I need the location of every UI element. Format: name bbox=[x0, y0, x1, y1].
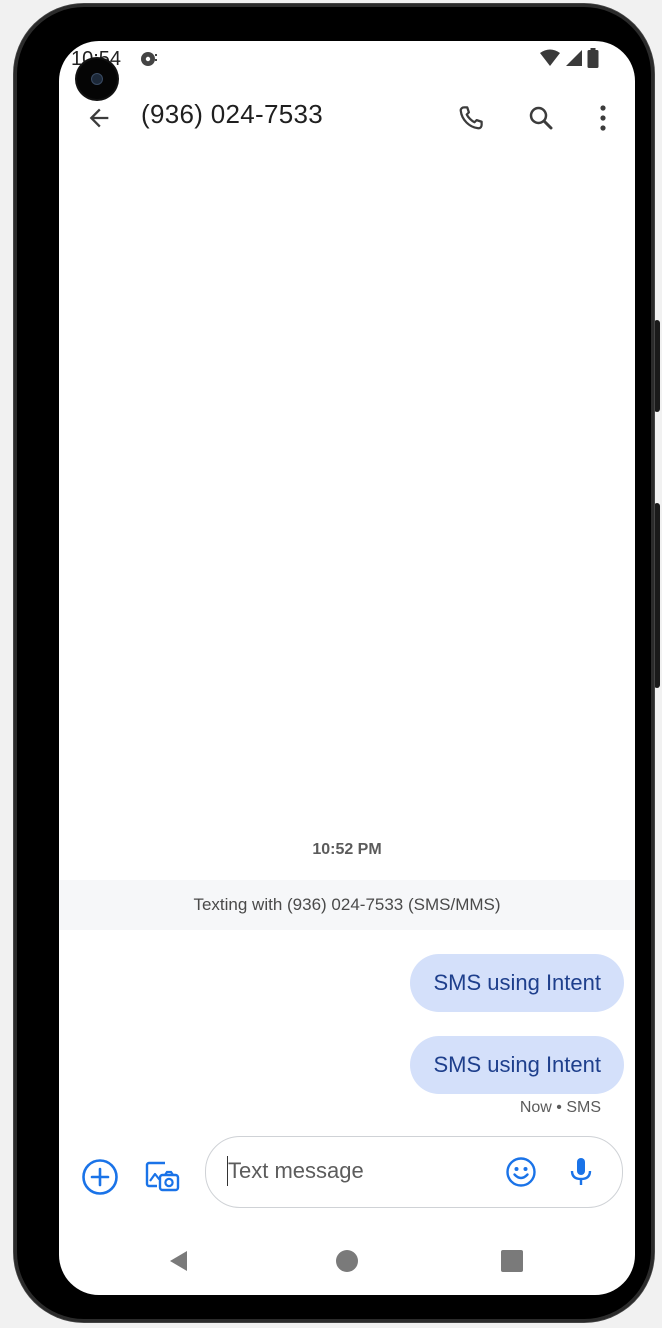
battery-icon bbox=[587, 47, 599, 73]
power-button bbox=[654, 320, 660, 412]
message-bubble[interactable]: SMS using Intent bbox=[410, 1036, 624, 1094]
info-banner: Texting with (936) 024-7533 (SMS/MMS) bbox=[59, 880, 635, 930]
media-icon bbox=[139, 50, 159, 73]
conversation-timestamp: 10:52 PM bbox=[312, 841, 382, 858]
volume-button bbox=[654, 503, 660, 688]
screen: 10:54 bbox=[59, 41, 635, 1295]
nav-recents-icon[interactable] bbox=[490, 1241, 534, 1281]
more-vert-icon[interactable] bbox=[581, 95, 625, 141]
signal-icon bbox=[565, 49, 583, 72]
mic-icon[interactable] bbox=[561, 1152, 601, 1192]
message-status: Now • SMS bbox=[519, 1099, 601, 1116]
nav-bar bbox=[59, 1231, 635, 1291]
emoji-icon[interactable] bbox=[501, 1152, 541, 1192]
search-icon[interactable] bbox=[518, 95, 564, 141]
phone-frame: 10:54 bbox=[14, 4, 654, 1322]
add-circle-icon[interactable] bbox=[78, 1155, 122, 1199]
status-icons bbox=[539, 47, 599, 73]
conversation-title: (936) 024-7533 bbox=[141, 99, 323, 129]
nav-home-icon[interactable] bbox=[325, 1241, 369, 1281]
back-arrow-icon[interactable] bbox=[77, 96, 121, 140]
message-input-placeholder: Text message bbox=[228, 1158, 364, 1183]
wifi-icon bbox=[539, 49, 561, 72]
status-bar: 10:54 bbox=[59, 41, 635, 77]
gallery-camera-icon[interactable] bbox=[140, 1155, 184, 1199]
nav-back-icon[interactable] bbox=[157, 1241, 201, 1281]
phone-icon[interactable] bbox=[448, 95, 494, 141]
message-input[interactable]: Text message bbox=[205, 1136, 623, 1208]
message-bubble[interactable]: SMS using Intent bbox=[410, 954, 624, 1012]
